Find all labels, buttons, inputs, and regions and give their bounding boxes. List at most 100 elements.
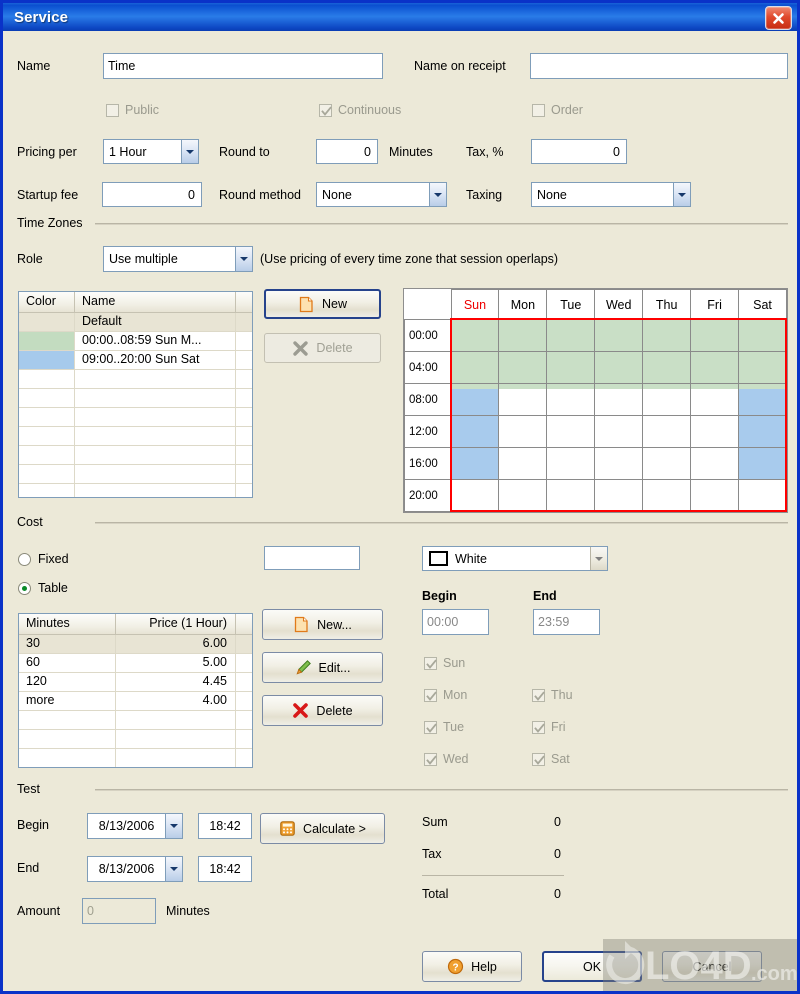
zone-day-mon-checkbox[interactable]: Mon: [424, 688, 467, 702]
schedule-cell[interactable]: [450, 351, 500, 384]
schedule-cell[interactable]: [546, 351, 596, 384]
zone-day-fri-checkbox[interactable]: Fri: [532, 720, 566, 734]
schedule-cell[interactable]: [498, 319, 548, 352]
schedule-cell[interactable]: [498, 447, 548, 480]
zone-end-input[interactable]: 23:59: [533, 609, 600, 635]
test-end-time-input[interactable]: 18:42: [198, 856, 252, 882]
table-row[interactable]: 120 4.45: [19, 673, 252, 692]
schedule-cell[interactable]: [594, 383, 644, 416]
name-on-receipt-input[interactable]: [530, 53, 788, 79]
table-row[interactable]: Default: [19, 313, 252, 332]
schedule-cell[interactable]: [450, 319, 500, 352]
schedule-cell[interactable]: [498, 479, 548, 512]
schedule-cell[interactable]: [690, 351, 740, 384]
schedule-cell[interactable]: [690, 447, 740, 480]
schedule-cell[interactable]: [738, 479, 787, 512]
help-button[interactable]: ? Help: [422, 951, 522, 982]
fixed-cost-input[interactable]: [264, 546, 360, 570]
zone-day-wed-checkbox[interactable]: Wed: [424, 752, 468, 766]
schedule-cell[interactable]: [642, 383, 692, 416]
schedule-cell[interactable]: [546, 479, 596, 512]
table-row[interactable]: 09:00..20:00 Sun Sat: [19, 351, 252, 370]
zone-day-thu-checkbox[interactable]: Thu: [532, 688, 573, 702]
day-header-mon[interactable]: Mon: [498, 289, 548, 320]
schedule-cell[interactable]: [642, 319, 692, 352]
new-timezone-button[interactable]: New: [264, 289, 381, 319]
day-header-tue[interactable]: Tue: [546, 289, 596, 320]
close-icon[interactable]: [765, 6, 792, 30]
schedule-cell[interactable]: [498, 383, 548, 416]
schedule-cell[interactable]: [498, 351, 548, 384]
schedule-cell[interactable]: [642, 415, 692, 448]
schedule-cell[interactable]: [690, 319, 740, 352]
schedule-cell[interactable]: [690, 383, 740, 416]
delete-timezone-button[interactable]: Delete: [264, 333, 381, 363]
schedule-cell[interactable]: [738, 319, 787, 352]
round-method-select[interactable]: None: [316, 182, 447, 207]
schedule-cell[interactable]: [738, 351, 787, 384]
name-input[interactable]: Time: [103, 53, 383, 79]
schedule-cell[interactable]: [546, 415, 596, 448]
day-header-sun[interactable]: Sun: [450, 289, 500, 320]
test-begin-date-select[interactable]: 8/13/2006: [87, 813, 183, 839]
schedule-cell[interactable]: [738, 383, 787, 416]
round-to-input[interactable]: 0: [316, 139, 378, 164]
column-color[interactable]: Color: [19, 292, 75, 312]
schedule-cell[interactable]: [594, 415, 644, 448]
schedule-cell[interactable]: [738, 415, 787, 448]
weekly-schedule-grid[interactable]: Sun Mon Tue Wed Thu Fri Sat 00:00 04:00: [403, 288, 788, 513]
test-end-date-select[interactable]: 8/13/2006: [87, 856, 183, 882]
schedule-cell[interactable]: [546, 319, 596, 352]
schedule-cell[interactable]: [690, 479, 740, 512]
startup-fee-input[interactable]: 0: [102, 182, 202, 207]
day-header-wed[interactable]: Wed: [594, 289, 644, 320]
schedule-cell[interactable]: [498, 415, 548, 448]
schedule-cell[interactable]: [450, 415, 500, 448]
zone-day-sun-checkbox[interactable]: Sun: [424, 656, 465, 670]
column-name[interactable]: Name: [75, 292, 236, 312]
calculate-button[interactable]: Calculate >: [260, 813, 385, 844]
ok-button[interactable]: OK: [542, 951, 642, 982]
cost-mode-fixed-radio[interactable]: Fixed: [18, 552, 69, 566]
table-row[interactable]: 00:00..08:59 Sun M...: [19, 332, 252, 351]
schedule-cell[interactable]: [546, 447, 596, 480]
continuous-checkbox[interactable]: Continuous: [319, 103, 401, 117]
cost-mode-table-radio[interactable]: Table: [18, 581, 68, 595]
new-price-button[interactable]: New...: [262, 609, 383, 640]
schedule-cell[interactable]: [738, 447, 787, 480]
column-minutes[interactable]: Minutes: [19, 614, 116, 634]
schedule-cell[interactable]: [450, 383, 500, 416]
tax-percent-input[interactable]: 0: [531, 139, 627, 164]
schedule-cell[interactable]: [690, 415, 740, 448]
table-row[interactable]: 30 6.00: [19, 635, 252, 654]
time-zones-list[interactable]: Color Name Default 00:00..08:59 Sun M...…: [18, 291, 253, 498]
pricing-per-select[interactable]: 1 Hour: [103, 139, 199, 164]
schedule-cell[interactable]: [594, 447, 644, 480]
schedule-cell[interactable]: [450, 479, 500, 512]
test-begin-time-input[interactable]: 18:42: [198, 813, 252, 839]
zone-color-select[interactable]: White: [422, 546, 608, 571]
schedule-cell[interactable]: [642, 447, 692, 480]
zone-day-sat-checkbox[interactable]: Sat: [532, 752, 570, 766]
edit-price-button[interactable]: Edit...: [262, 652, 383, 683]
order-checkbox[interactable]: Order: [532, 103, 583, 117]
test-amount-input[interactable]: 0: [82, 898, 156, 924]
table-row[interactable]: 60 5.00: [19, 654, 252, 673]
cost-table-list[interactable]: Minutes Price (1 Hour) 30 6.00 60 5.00 1…: [18, 613, 253, 768]
day-header-sat[interactable]: Sat: [738, 289, 787, 320]
delete-price-button[interactable]: Delete: [262, 695, 383, 726]
schedule-cell[interactable]: [642, 351, 692, 384]
zone-day-tue-checkbox[interactable]: Tue: [424, 720, 464, 734]
cancel-button[interactable]: Cancel: [662, 951, 762, 982]
schedule-cell[interactable]: [450, 447, 500, 480]
table-row[interactable]: more 4.00: [19, 692, 252, 711]
schedule-cell[interactable]: [546, 383, 596, 416]
public-checkbox[interactable]: Public: [106, 103, 159, 117]
column-price[interactable]: Price (1 Hour): [116, 614, 236, 634]
role-select[interactable]: Use multiple: [103, 246, 253, 272]
schedule-cell[interactable]: [594, 351, 644, 384]
zone-begin-input[interactable]: 00:00: [422, 609, 489, 635]
taxing-select[interactable]: None: [531, 182, 691, 207]
schedule-cell[interactable]: [594, 479, 644, 512]
day-header-fri[interactable]: Fri: [690, 289, 740, 320]
